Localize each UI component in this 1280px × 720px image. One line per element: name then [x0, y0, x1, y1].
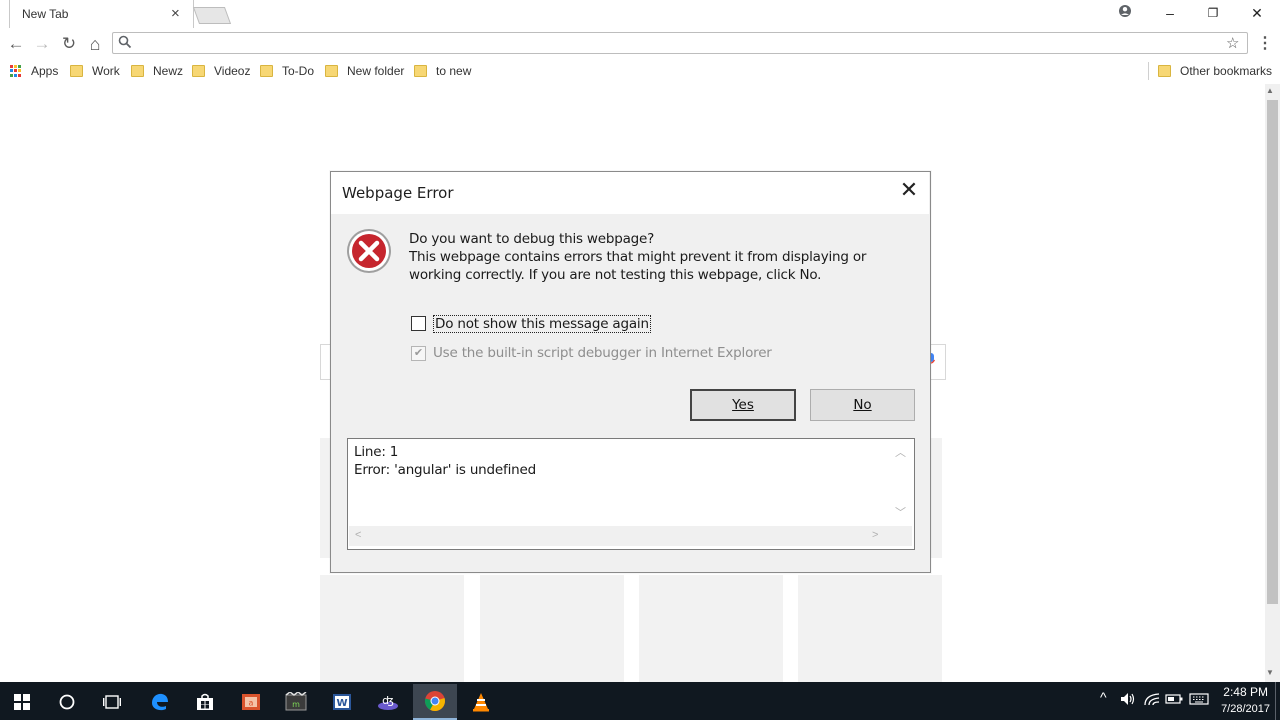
dialog-message-line1: This webpage contains errors that might …	[409, 249, 867, 265]
back-button[interactable]: ←	[5, 33, 27, 55]
chrome-icon[interactable]	[413, 684, 457, 720]
most-visited-tile[interactable]	[798, 575, 942, 682]
most-visited-tile[interactable]	[480, 575, 624, 682]
other-bookmarks[interactable]: Other bookmarks	[1158, 63, 1272, 79]
scroll-up-icon[interactable]: ▲	[1266, 86, 1274, 95]
cortana-icon[interactable]	[45, 684, 89, 720]
no-button-label: No	[853, 397, 872, 413]
chevron-right-icon[interactable]: >	[872, 529, 878, 541]
volume-icon[interactable]	[1120, 692, 1136, 709]
dialog-question: Do you want to debug this webpage?	[409, 231, 655, 247]
most-visited-tile[interactable]	[320, 575, 464, 682]
edge-icon[interactable]	[138, 684, 182, 720]
bookmark-star-icon[interactable]: ☆	[1226, 34, 1239, 52]
bookmark-to-do[interactable]: To-Do	[260, 63, 314, 79]
reload-button[interactable]: ↻	[58, 33, 80, 55]
other-bookmarks-label: Other bookmarks	[1180, 64, 1273, 78]
folder-icon	[1158, 65, 1171, 77]
forward-button[interactable]: →	[31, 33, 53, 55]
bookmark-label: Newz	[153, 64, 184, 78]
folder-icon	[131, 65, 144, 77]
bookmarks-divider	[1148, 62, 1149, 80]
video-editor-icon[interactable]: m	[274, 684, 318, 720]
svg-text:ʤ: ʤ	[382, 694, 394, 707]
task-view-icon[interactable]	[90, 684, 134, 720]
powerpoint-icon[interactable]: a	[229, 684, 273, 720]
folder-icon	[192, 65, 205, 77]
word-icon[interactable]: W	[320, 684, 364, 720]
bookmark-label: To-Do	[282, 64, 315, 78]
scrollbar-thumb[interactable]	[1267, 100, 1278, 604]
yes-button[interactable]: Yes	[690, 389, 796, 421]
chevron-left-icon[interactable]: <	[355, 529, 361, 541]
dialog-message-line2: working correctly. If you are not testin…	[409, 267, 822, 283]
wifi-icon[interactable]	[1143, 692, 1161, 709]
keyboard-icon[interactable]	[1189, 692, 1209, 709]
chevron-down-icon[interactable]: ﹀	[895, 504, 906, 520]
details-horizontal-scrollbar[interactable]: < >	[349, 526, 890, 546]
yes-button-label: Yes	[732, 397, 754, 413]
clock-time[interactable]: 2:48 PM	[1218, 685, 1268, 699]
builtin-debugger-label: Use the built-in script debugger in Inte…	[433, 345, 772, 361]
minimize-button[interactable]: –	[1159, 3, 1181, 23]
svg-text:m: m	[292, 700, 300, 709]
error-details-line: Line: 1	[354, 444, 399, 460]
battery-icon[interactable]	[1165, 692, 1183, 709]
bookmark-to-new[interactable]: to new	[414, 63, 471, 79]
visual-studio-icon[interactable]: ʤ	[366, 684, 410, 720]
vlc-icon[interactable]	[459, 684, 503, 720]
chrome-menu-icon[interactable]: ⋮	[1257, 33, 1273, 53]
dont-show-again-label[interactable]: Do not show this message again	[433, 315, 651, 333]
dialog-title: Webpage Error	[342, 184, 454, 202]
windows-start-icon[interactable]	[0, 684, 44, 720]
restore-button[interactable]: ❐	[1202, 3, 1224, 23]
no-button[interactable]: No	[810, 389, 915, 421]
error-details-line: Error: 'angular' is undefined	[354, 462, 536, 478]
bookmark-videoz[interactable]: Videoz	[192, 63, 250, 79]
close-window-button[interactable]: ✕	[1246, 3, 1268, 23]
clock-date[interactable]: 7/28/2017	[1210, 703, 1270, 715]
chevron-up-icon[interactable]: ︿	[895, 444, 906, 460]
dialog-close-button[interactable]: ✕	[896, 178, 922, 204]
address-bar[interactable]	[112, 32, 1248, 54]
apps-grid-icon	[10, 65, 22, 77]
tab-close-icon[interactable]: ×	[171, 5, 180, 22]
folder-icon	[70, 65, 83, 77]
bookmark-newz[interactable]: Newz	[131, 63, 183, 79]
search-icon	[118, 35, 132, 52]
bookmark-label: Work	[92, 64, 120, 78]
most-visited-tile[interactable]	[639, 575, 783, 682]
bookmark-label: Videoz	[214, 64, 251, 78]
details-vertical-scrollbar[interactable]: ︿ ﹀	[890, 440, 912, 526]
dont-show-again-checkbox[interactable]	[411, 316, 426, 331]
bookmark-apps[interactable]: Apps	[10, 63, 58, 79]
home-button[interactable]: ⌂	[84, 33, 106, 55]
bookmark-label: to new	[436, 64, 472, 78]
tab-new-tab[interactable]: New Tab ×	[9, 0, 194, 28]
tray-chevron-icon[interactable]: ^	[1100, 689, 1107, 705]
svg-text:a: a	[249, 699, 254, 708]
folder-icon	[260, 65, 273, 77]
bookmark-new-folder[interactable]: New folder	[325, 63, 404, 79]
show-desktop-button[interactable]	[1275, 682, 1280, 720]
svg-text:W: W	[336, 698, 347, 709]
bookmark-work[interactable]: Work	[70, 63, 120, 79]
bookmark-label: New folder	[347, 64, 405, 78]
folder-icon	[325, 65, 338, 77]
scrollbar-corner	[890, 526, 912, 546]
account-icon[interactable]	[1114, 3, 1136, 23]
bookmark-label: Apps	[31, 64, 59, 78]
error-icon	[346, 228, 392, 274]
scroll-down-icon[interactable]: ▼	[1266, 668, 1274, 677]
tab-title: New Tab	[22, 7, 69, 21]
store-icon[interactable]	[183, 684, 227, 720]
builtin-debugger-checkbox: ✔	[411, 346, 426, 361]
new-tab-button[interactable]	[192, 7, 232, 24]
folder-icon	[414, 65, 427, 77]
